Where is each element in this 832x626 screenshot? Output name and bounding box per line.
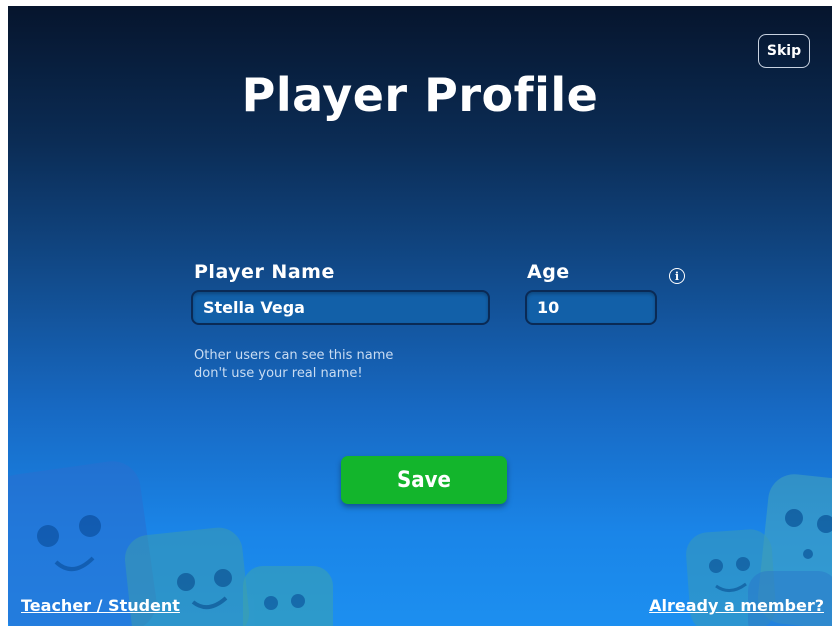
name-hint-line2: don't use your real name!: [194, 366, 363, 381]
age-field[interactable]: 10: [525, 290, 657, 325]
skip-button[interactable]: Skip: [758, 34, 810, 68]
player-profile-screen: Skip Player Profile Player Name Stella V…: [8, 6, 832, 626]
already-member-link[interactable]: Already a member?: [649, 596, 824, 615]
age-label: Age: [527, 261, 570, 283]
page-title: Player Profile: [241, 68, 599, 122]
name-hint-line1: Other users can see this name: [194, 348, 394, 363]
mascot-left-small: [243, 566, 333, 626]
teacher-student-link[interactable]: Teacher / Student: [21, 596, 180, 615]
player-name-label: Player Name: [194, 261, 335, 283]
player-name-field[interactable]: Stella Vega: [191, 290, 490, 325]
info-icon[interactable]: i: [669, 268, 685, 284]
name-hint: Other users can see this name don't use …: [194, 347, 454, 383]
save-button[interactable]: Save: [341, 456, 507, 504]
